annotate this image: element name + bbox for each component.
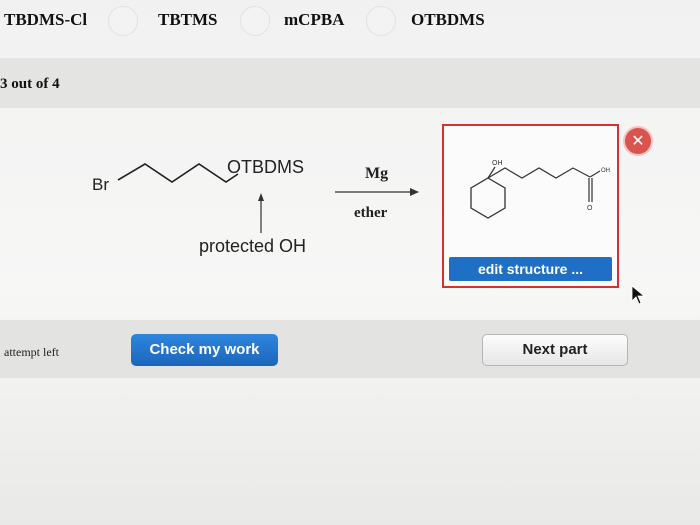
close-icon[interactable]: ✕ (625, 128, 651, 154)
mouse-cursor-icon (631, 285, 645, 305)
carbonyl-o-label: O (587, 205, 593, 212)
reactant-br: Br (92, 175, 109, 194)
annotation-text: protected OH (199, 236, 306, 256)
cyclohexane-ring (470, 177, 506, 219)
next-part-button[interactable]: Next part (482, 334, 628, 366)
reactant-chain (117, 163, 239, 183)
reactant-otbdms: OTBDMS (227, 157, 304, 177)
product-chain (487, 167, 591, 179)
acid-oh-bond (589, 170, 601, 178)
reaction-arrowhead (410, 188, 419, 196)
edit-structure-button[interactable]: edit structure ... (449, 257, 612, 281)
annotation-arrowhead (258, 193, 264, 201)
oh-label-left: OH (492, 160, 503, 167)
reagent-label: Mg (365, 165, 388, 182)
check-my-work-button[interactable]: Check my work (131, 334, 278, 366)
oh-label-right: OH (601, 168, 610, 174)
attempts-remaining: attempt left (4, 345, 59, 359)
solvent-label: ether (354, 205, 388, 221)
